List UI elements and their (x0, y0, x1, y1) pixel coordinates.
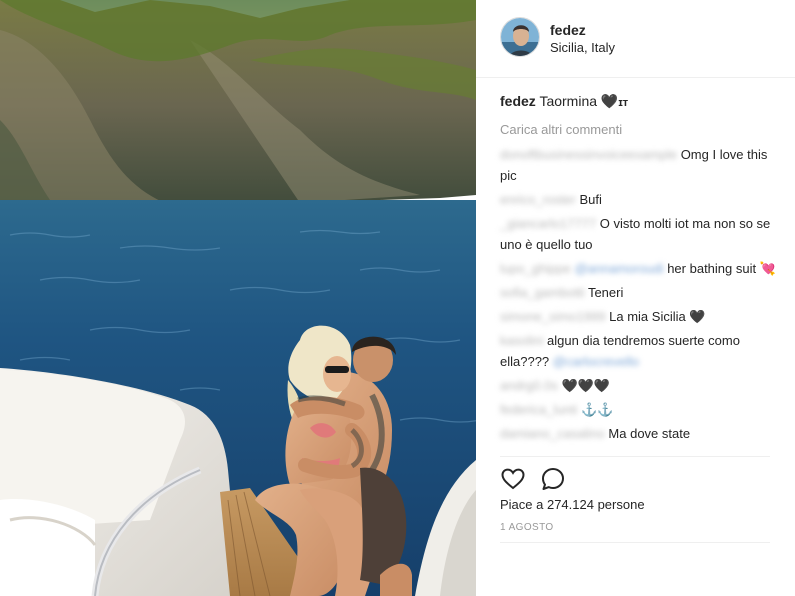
comment: kasolini algun dia tendremos suerte como… (500, 330, 780, 372)
comment-text: ⚓⚓ (580, 402, 614, 417)
comment-username[interactable]: donoftbusinessinvoiceexample (500, 147, 677, 162)
post-date[interactable]: 1 AGOSTO (500, 522, 554, 533)
comment: lupo_ghippe @annamoroudi her bathing sui… (500, 258, 780, 279)
comment-username[interactable]: damiano_casalino (500, 426, 605, 441)
comment-text: her bathing suit 💘 (667, 261, 776, 276)
comment: damiano_casalino Ma dove state (500, 423, 780, 444)
post-photo[interactable] (0, 0, 476, 596)
comment-username[interactable]: federica_lunti (500, 402, 577, 417)
comment-mention[interactable]: @annamoroudi (574, 261, 663, 276)
comment-icon[interactable] (540, 466, 566, 492)
load-more-comments-link[interactable]: Carica altri commenti (500, 120, 780, 140)
post-location[interactable]: Sicilia, Italy (550, 40, 615, 55)
post-details-panel: fedez Sicilia, Italy fedez Taormina 🖤ɪт … (476, 0, 795, 596)
comment-username[interactable]: andrg0.0s (500, 378, 558, 393)
comment: sofia_gambotti Teneri (500, 282, 780, 303)
post-username[interactable]: fedez (550, 22, 586, 38)
heart-icon[interactable] (500, 466, 526, 492)
comment-mention[interactable]: @carlocrevello (553, 354, 639, 369)
comment: _giancarlo17777 O visto molti iot ma non… (500, 213, 780, 255)
post-photo-illustration (0, 0, 476, 596)
comment-username[interactable]: sofia_gambotti (500, 285, 585, 300)
comment-username[interactable]: enrico_roster (500, 192, 576, 207)
comment-username[interactable]: lupo_ghippe (500, 261, 571, 276)
comment-text: 🖤🖤🖤 (561, 378, 611, 393)
comment-username[interactable]: simone_simo1999 (500, 309, 606, 324)
caption-text: Taormina 🖤 (539, 93, 619, 109)
comment: federica_lunti ⚓⚓ (500, 399, 780, 420)
comment-text: La mia Sicilia 🖤 (609, 309, 706, 324)
avatar[interactable] (500, 17, 540, 57)
comment: andrg0.0s 🖤🖤🖤 (500, 375, 780, 396)
comments-list: fedez Taormina 🖤ɪт Carica altri commenti… (500, 88, 780, 447)
comment: donoftbusinessinvoiceexample Omg I love … (500, 144, 780, 186)
caption-username[interactable]: fedez (500, 93, 536, 109)
comment: enrico_roster Bufi (500, 189, 780, 210)
comment-text: Ma dove state (608, 426, 691, 441)
comment-username[interactable]: _giancarlo17777 (500, 216, 596, 231)
post-header: fedez Sicilia, Italy (476, 0, 795, 78)
comment-username[interactable]: kasolini (500, 333, 543, 348)
instagram-post: fedez Sicilia, Italy fedez Taormina 🖤ɪт … (0, 0, 795, 596)
avatar-image (501, 18, 539, 56)
actions-divider (500, 456, 770, 457)
comment: simone_simo1999 La mia Sicilia 🖤 (500, 306, 780, 327)
bottom-divider (500, 542, 770, 543)
comment-text: Bufi (579, 192, 602, 207)
caption: fedez Taormina 🖤ɪт (500, 90, 780, 114)
likes-count[interactable]: Piace a 274.124 persone (500, 497, 645, 512)
caption-badge: ɪт (618, 97, 629, 109)
comment-text: Teneri (587, 285, 624, 300)
